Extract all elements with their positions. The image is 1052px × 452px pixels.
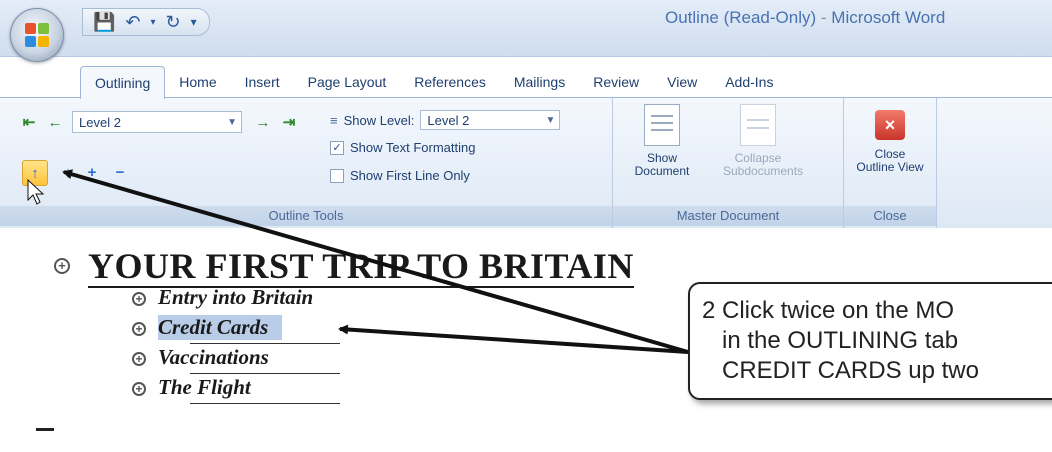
show-level-icon: ≡ (330, 112, 338, 128)
empty-checkbox-icon (330, 168, 344, 183)
outline-tools-group: ⇤ ← Level 2 ▼ → ⇥ ↑ ↓ + − ≡ Show Level: L… (0, 98, 613, 228)
checkmark-icon: ✓ (330, 140, 344, 155)
tab-add-ins[interactable]: Add-Ins (711, 66, 787, 98)
undo-icon[interactable]: ↶ (125, 12, 140, 33)
outline-item-vaccinations[interactable]: Vaccinations (158, 345, 269, 370)
collapse-subdocuments-button[interactable]: Collapse Subdocuments (723, 104, 803, 178)
outline-item-entry[interactable]: Entry into Britain (158, 285, 313, 310)
move-up-icon[interactable]: ↑ (22, 160, 48, 186)
quick-access-toolbar: 💾 ↶ ▾ ↻ ▾ (82, 8, 210, 36)
promote-icon[interactable]: ← (44, 110, 66, 134)
tab-home[interactable]: Home (165, 66, 230, 98)
show-level-control[interactable]: ≡ Show Level: Level 2 ▼ (330, 110, 561, 130)
tab-view[interactable]: View (653, 66, 711, 98)
heading-underline (190, 403, 340, 404)
end-of-document-marker (36, 428, 54, 431)
close-group-label: Close (844, 206, 936, 226)
heading-underline (190, 343, 340, 344)
chevron-down-icon: ▼ (227, 117, 237, 128)
expand-outline-icon[interactable]: + (132, 292, 146, 306)
tab-mailings[interactable]: Mailings (500, 66, 579, 98)
tab-insert[interactable]: Insert (231, 66, 294, 98)
collapse-icon[interactable]: − (110, 160, 130, 184)
promote-to-heading-icon[interactable]: ⇤ (16, 110, 42, 134)
window-title: Outline (Read-Only) - Microsoft Word (665, 8, 946, 27)
outline-tools-label: Outline Tools (0, 206, 612, 226)
office-logo-icon (25, 23, 49, 47)
redo-icon[interactable]: ↻ (166, 12, 181, 33)
chevron-down-icon[interactable]: ▾ (151, 17, 156, 28)
close-group: × Close Outline View Close (844, 98, 937, 228)
outline-item-the-flight[interactable]: The Flight (158, 375, 251, 400)
title-bar: 💾 ↶ ▾ ↻ ▾ Outline (Read-Only) - Microsof… (0, 0, 1052, 57)
outline-level-select[interactable]: Level 2 ▼ (72, 111, 242, 133)
demote-to-body-text-icon[interactable]: ⇥ (276, 110, 302, 134)
chevron-down-icon: ▼ (545, 115, 556, 126)
tab-page-layout[interactable]: Page Layout (294, 66, 401, 98)
expand-outline-icon[interactable]: + (132, 382, 146, 396)
close-outline-view-button[interactable]: × Close Outline View (855, 104, 925, 174)
show-document-button[interactable]: Show Document (627, 104, 697, 178)
heading-underline (190, 373, 340, 374)
instruction-callout: 2 Click twice on the MO in the OUTLINING… (688, 282, 1052, 400)
tab-references[interactable]: References (400, 66, 500, 98)
move-down-icon[interactable]: ↓ (58, 160, 78, 184)
save-icon[interactable]: 💾 (93, 12, 115, 33)
tab-review[interactable]: Review (579, 66, 653, 98)
expand-outline-icon[interactable]: + (54, 258, 70, 274)
customize-icon[interactable]: ▾ (191, 15, 197, 29)
show-level-select[interactable]: Level 2 ▼ (420, 110, 561, 130)
show-text-formatting-checkbox[interactable]: ✓ Show Text Formatting (330, 140, 475, 155)
master-document-label: Master Document (613, 206, 843, 226)
outline-heading-1[interactable]: YOUR FIRST TRIP TO BRITAIN (88, 245, 634, 288)
outline-item-credit-cards[interactable]: Credit Cards (158, 315, 283, 340)
expand-outline-icon[interactable]: + (132, 322, 146, 336)
demote-icon[interactable]: → (252, 110, 274, 134)
tab-outlining[interactable]: Outlining (80, 66, 166, 99)
show-first-line-only-checkbox[interactable]: Show First Line Only (330, 168, 470, 183)
office-button[interactable] (10, 8, 64, 62)
document-icon (644, 104, 680, 146)
expand-outline-icon[interactable]: + (132, 352, 146, 366)
master-document-group: Show Document Collapse Subdocuments Mast… (613, 98, 844, 228)
ribbon-tabs: Outlining Home Insert Page Layout Refere… (80, 56, 787, 99)
ribbon: ⇤ ← Level 2 ▼ → ⇥ ↑ ↓ + − ≡ Show Level: L… (0, 97, 1052, 229)
subdocument-icon (740, 104, 776, 146)
close-icon: × (875, 110, 905, 140)
expand-icon[interactable]: + (82, 160, 102, 184)
